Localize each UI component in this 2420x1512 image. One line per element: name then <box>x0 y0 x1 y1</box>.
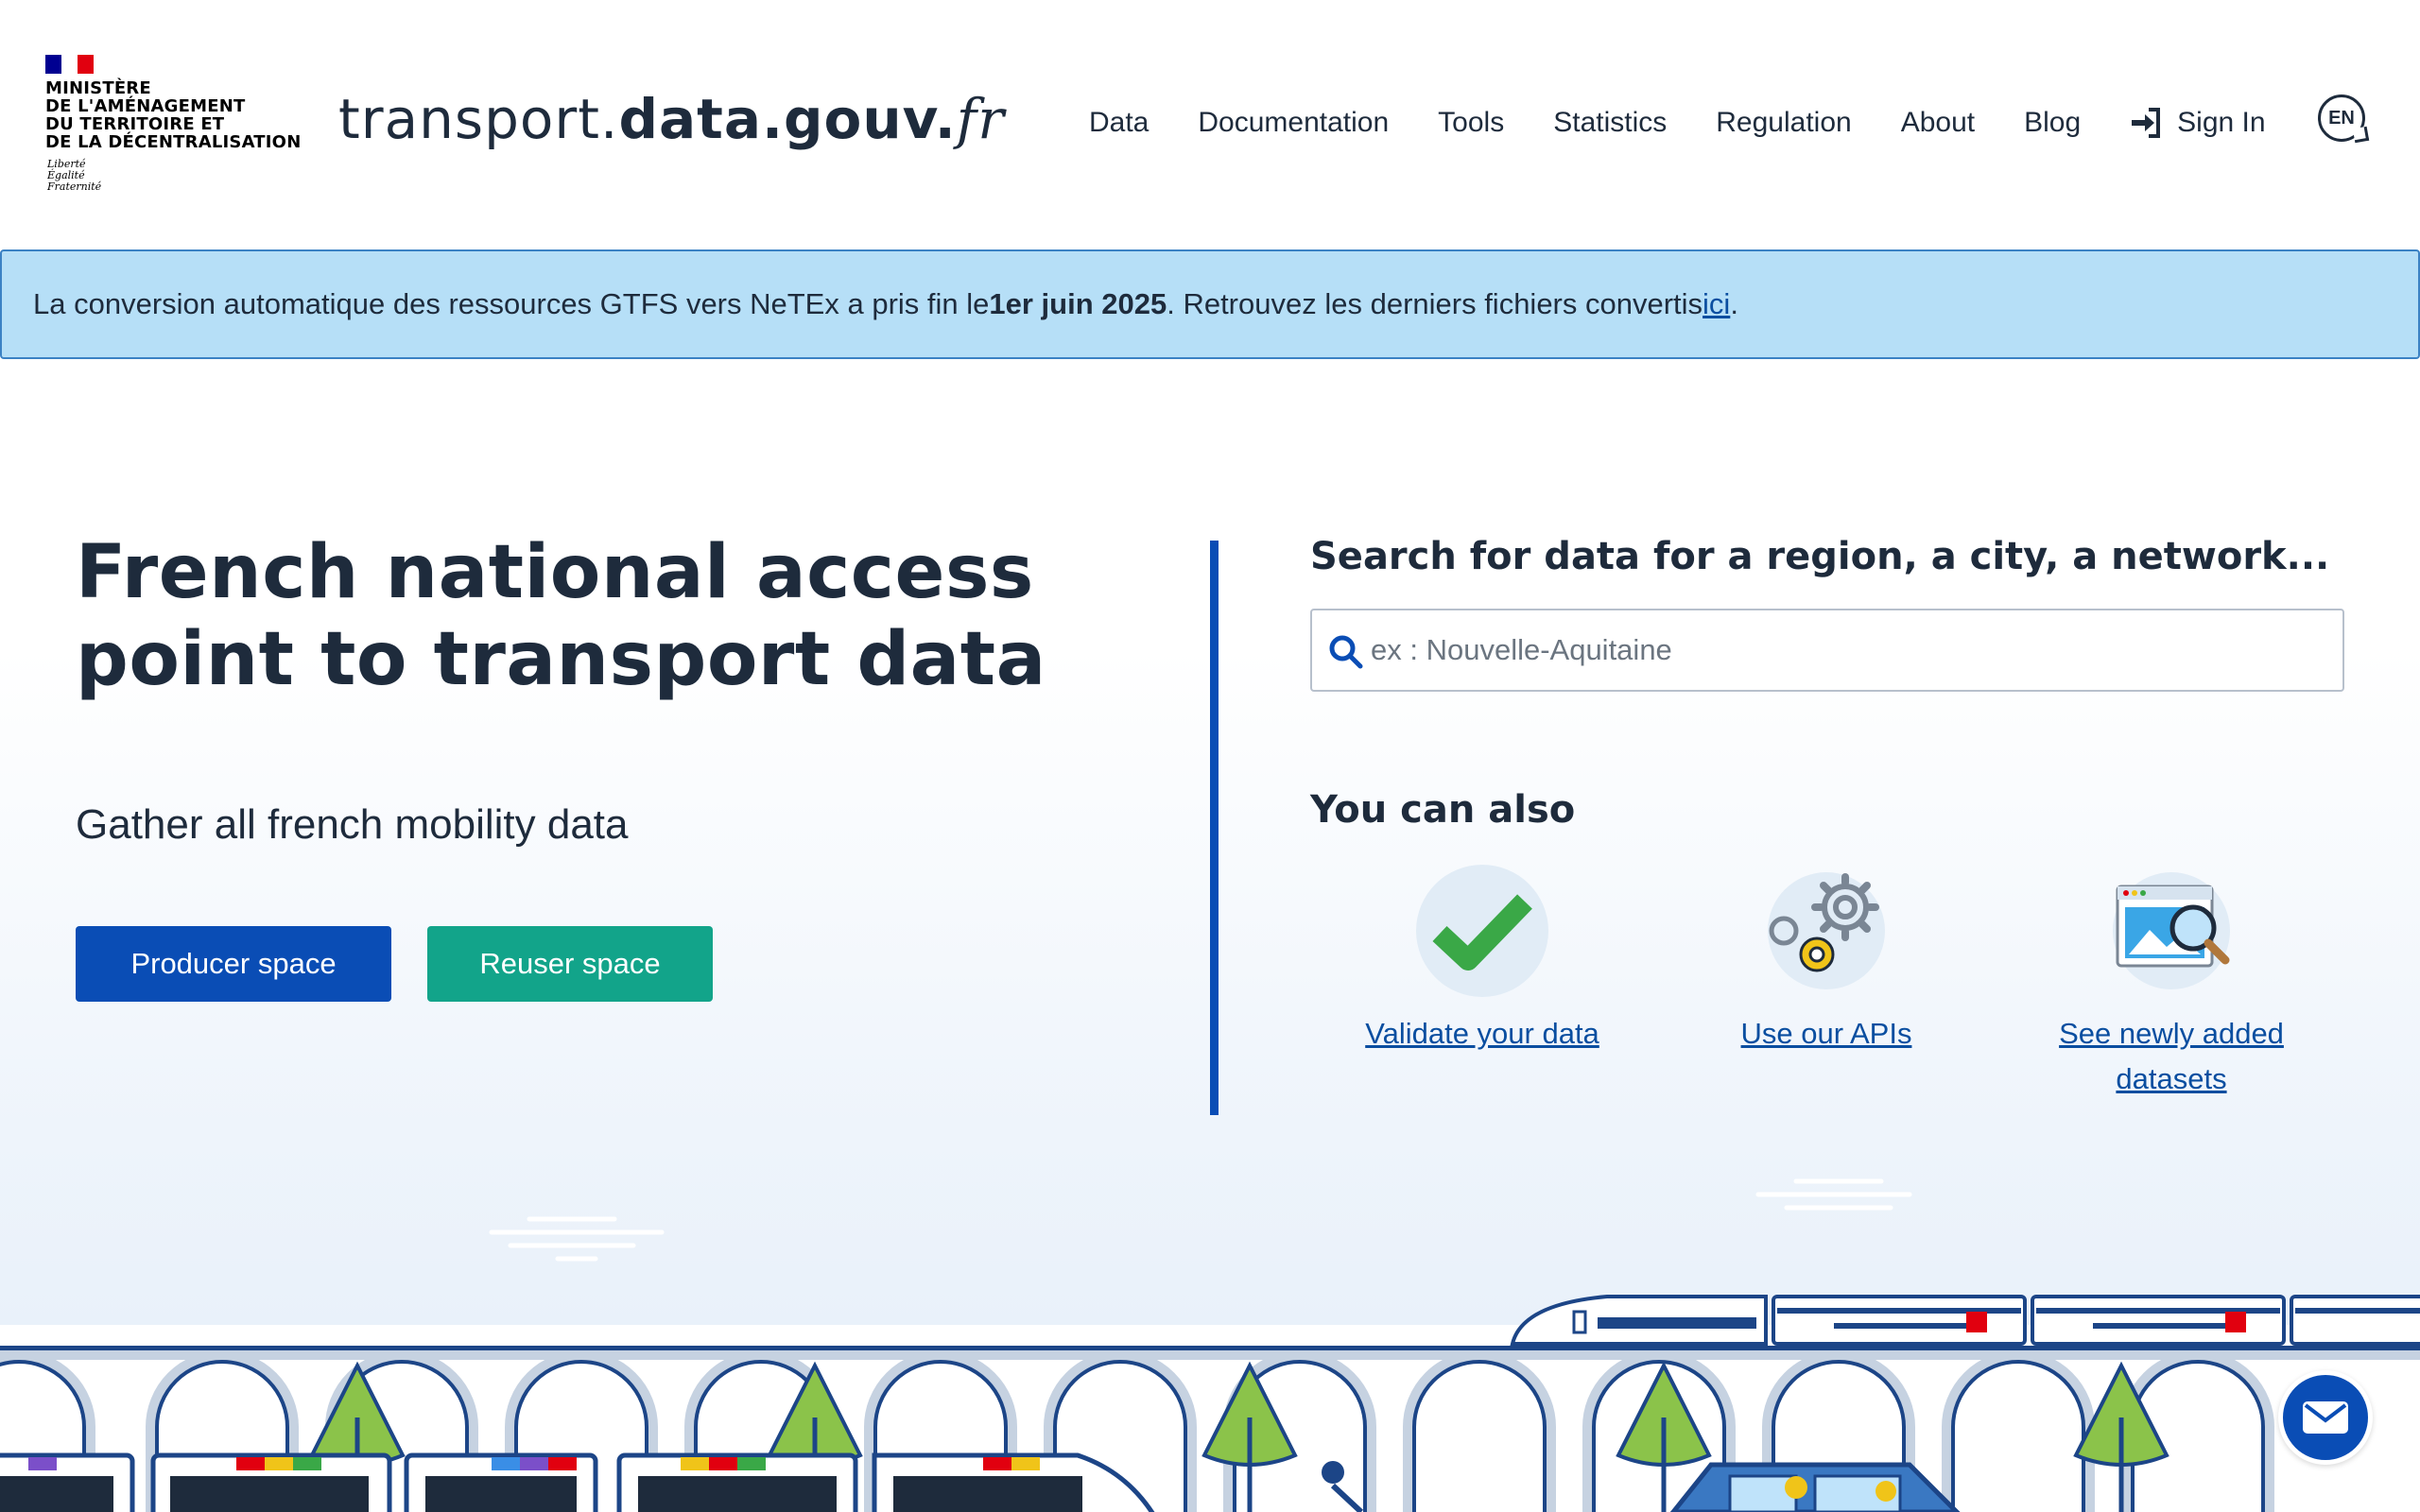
nav-item-data[interactable]: Data <box>1089 107 1149 139</box>
notice-link[interactable]: ici <box>1703 287 1730 321</box>
search-field[interactable] <box>1310 609 2344 692</box>
main-nav: Data Documentation Tools Statistics Regu… <box>1089 107 2266 139</box>
you-can-also-title: You can also <box>1310 788 1576 832</box>
new-datasets-item: See newly added datasets <box>2001 860 2342 1102</box>
site-title[interactable]: transport.data.gouv.fr <box>338 87 1005 151</box>
nav-item-blog[interactable]: Blog <box>2024 107 2081 139</box>
nav-item-tools[interactable]: Tools <box>1438 107 1504 139</box>
french-flag-icon <box>45 55 94 74</box>
reuser-space-button[interactable]: Reuser space <box>427 926 713 1002</box>
site-header: MINISTÈRE DE L'AMÉNAGEMENT DU TERRITOIRE… <box>0 0 2420 250</box>
nav-item-regulation[interactable]: Regulation <box>1716 107 1851 139</box>
gears-icon <box>1755 860 1897 1002</box>
use-apis-link[interactable]: Use our APIs <box>1656 1011 1996 1057</box>
search-title: Search for data for a region, a city, a … <box>1310 535 2330 578</box>
search-input[interactable] <box>1369 632 2314 668</box>
notice-end: . <box>1730 287 1738 320</box>
hero-subtitle: Gather all french mobility data <box>76 801 629 848</box>
nav-item-documentation[interactable]: Documentation <box>1198 107 1389 139</box>
hero-title: French national access point to transpor… <box>76 530 1046 702</box>
sign-in-label: Sign In <box>2177 107 2266 138</box>
mail-icon <box>2303 1401 2348 1434</box>
ministry-logo[interactable]: MINISTÈRE DE L'AMÉNAGEMENT DU TERRITOIRE… <box>45 55 301 197</box>
notice-text-after: . Retrouvez les derniers fichiers conver… <box>1167 287 1703 320</box>
validate-data-item: Validate your data <box>1312 860 1652 1057</box>
new-datasets-link[interactable]: See newly added datasets <box>2001 1011 2342 1102</box>
nav-item-about[interactable]: About <box>1901 107 1975 139</box>
checkmark-icon <box>1411 860 1553 1002</box>
transport-illustration <box>0 1295 2420 1512</box>
hero-divider <box>1210 541 1219 1115</box>
producer-space-button[interactable]: Producer space <box>76 926 391 1002</box>
contact-chat-button[interactable] <box>2278 1370 2373 1465</box>
search-icon <box>1329 635 1363 669</box>
nav-item-statistics[interactable]: Statistics <box>1553 107 1667 139</box>
validate-data-link[interactable]: Validate your data <box>1312 1011 1652 1057</box>
sign-in-link[interactable]: Sign In <box>2130 107 2266 139</box>
language-switch-icon[interactable]: EN <box>2318 94 2365 142</box>
notice-date: 1er juin 2025 <box>989 287 1167 320</box>
notice-text: La conversion automatique des ressources… <box>33 287 990 320</box>
notice-banner: La conversion automatique des ressources… <box>0 249 2420 359</box>
dataset-search-icon <box>2100 860 2242 1002</box>
site-title-part2: data.gouv. <box>618 87 957 151</box>
sign-in-icon <box>2132 108 2161 138</box>
use-apis-item: Use our APIs <box>1656 860 1996 1057</box>
site-title-part3: fr <box>956 87 1005 151</box>
site-title-part1: transport. <box>338 87 619 151</box>
republic-motto: Liberté Égalité Fraternité <box>47 158 102 193</box>
ministry-name: MINISTÈRE DE L'AMÉNAGEMENT DU TERRITOIRE… <box>45 78 302 152</box>
